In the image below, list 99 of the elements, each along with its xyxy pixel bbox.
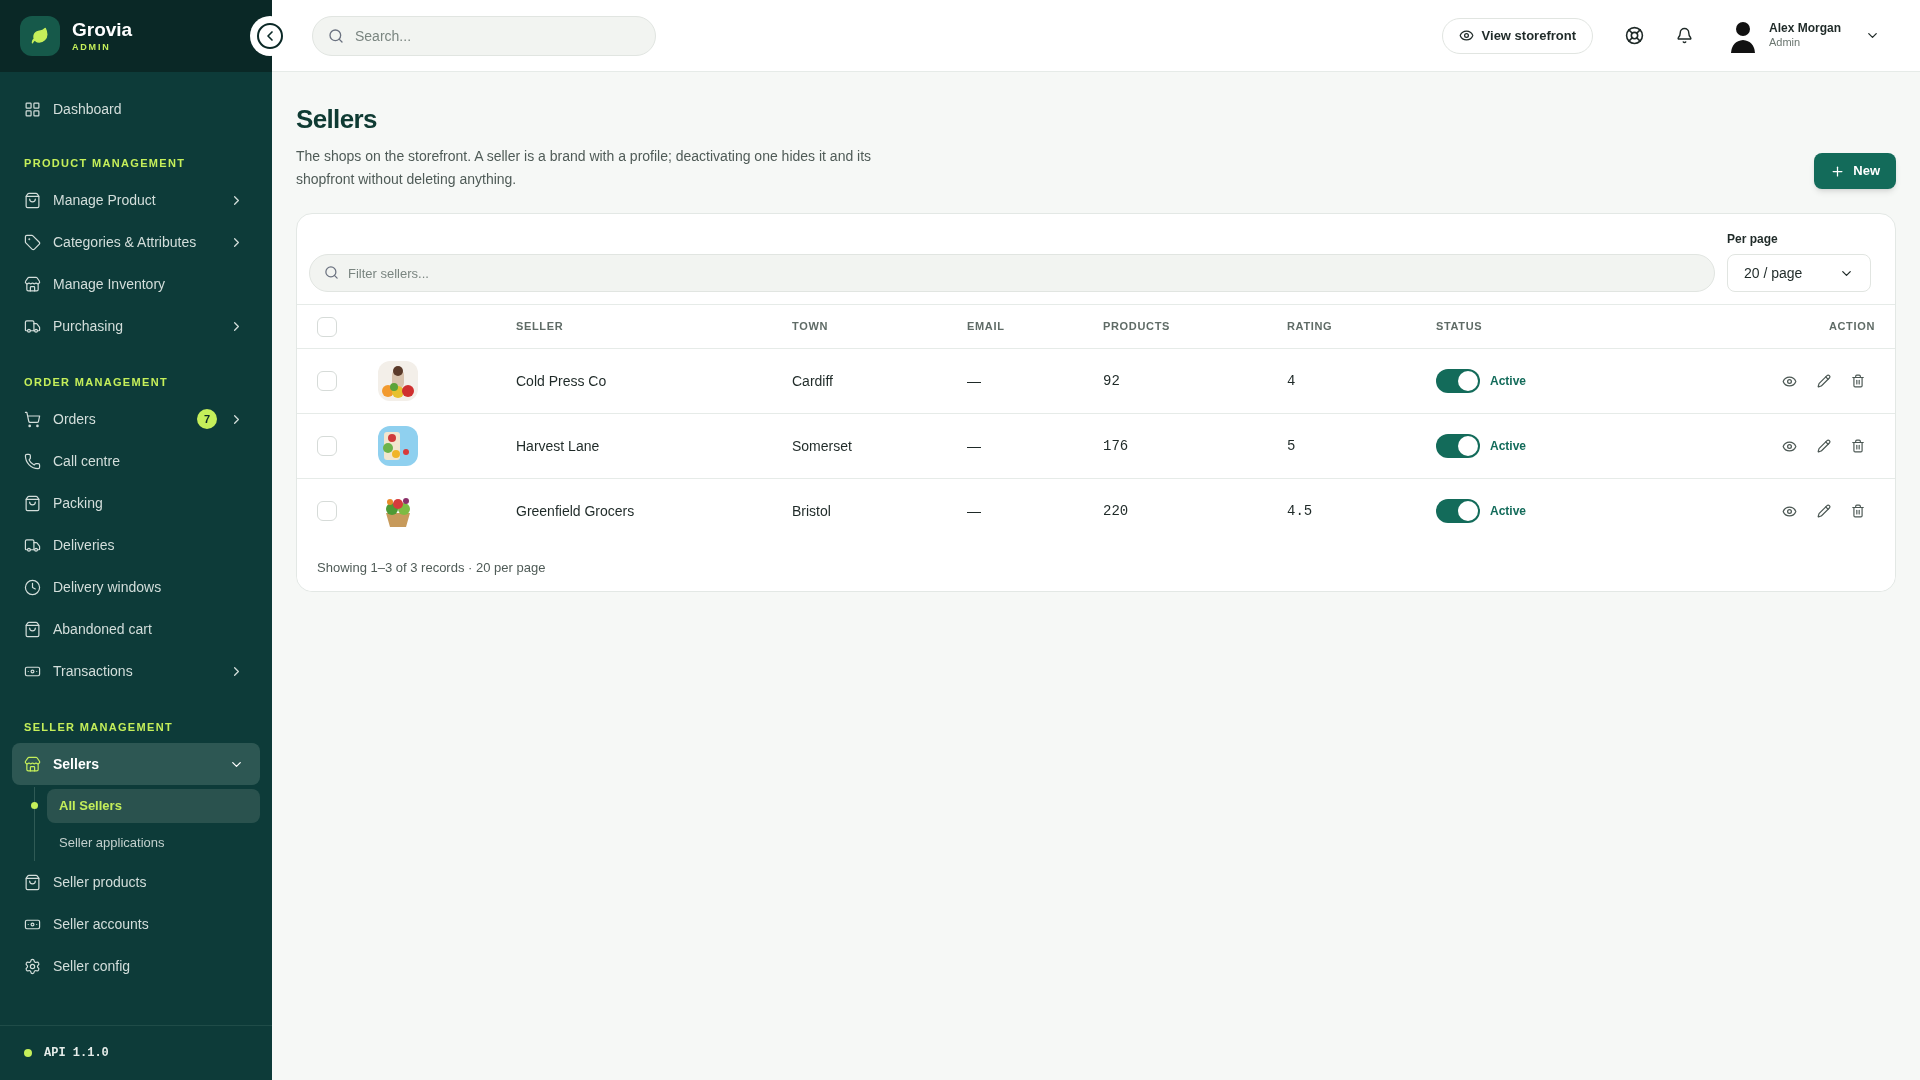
town-cell-text: Cardiff [792,371,834,391]
bell-icon[interactable] [1676,27,1693,44]
status-toggle[interactable] [1436,369,1480,393]
tag-icon [24,233,41,251]
records-summary: Showing 1–3 of 3 records · 20 per page [317,560,546,575]
edit-icon[interactable] [1817,439,1831,453]
clock-icon [24,578,41,596]
rating-cell-text: 5 [1287,436,1296,456]
view-icon[interactable] [1782,373,1797,389]
products-cell-text: 92 [1103,371,1120,391]
sidebar-item[interactable]: Seller accounts [12,903,260,945]
sidebar-item[interactable]: Packing [12,482,260,524]
row-checkbox[interactable] [317,436,337,456]
status-toggle[interactable] [1436,434,1480,458]
delete-icon[interactable] [1851,439,1865,453]
phone-icon [24,452,41,470]
eye-icon [1458,28,1474,43]
column-header: SELLER [516,319,564,335]
seller-name: Harvest Lane [516,436,601,456]
bag-icon [24,494,41,512]
user-menu[interactable]: Alex Morgan Admin [1729,18,1880,53]
seller-name: Greenfield Grocers [516,501,636,521]
status-toggle[interactable] [1436,499,1480,523]
sidebar-item[interactable]: Transactions [12,650,260,692]
logo-icon [20,16,60,56]
sidebar-item[interactable]: Categories & Attributes [12,221,260,263]
sidebar-item[interactable]: Seller products [12,861,260,903]
submenu-item[interactable]: Seller applications [47,825,260,860]
sidebar-item[interactable]: Deliveries [12,524,260,566]
email-cell-text: — [967,501,981,521]
column-header: RATING [1287,319,1333,335]
rating-cell-text: 4 [1287,371,1296,391]
select-all-checkbox[interactable] [317,316,337,337]
products-cell-text: 220 [1103,501,1129,521]
column-header: STATUS [1436,319,1483,335]
bag-icon [24,873,41,891]
api-version: API 1.1.0 [44,1045,109,1062]
settings-icon [24,957,41,975]
sidebar-item[interactable]: Sellers [12,743,260,785]
submenu-item[interactable]: All Sellers [47,788,260,823]
edit-icon[interactable] [1817,374,1831,388]
section-heading: PRODUCT MANAGEMENT [23,155,187,171]
email-cell-text: — [967,371,981,391]
store-icon [24,275,41,293]
sidebar-item[interactable]: Seller config [12,945,260,987]
new-button[interactable]: New [1814,153,1896,189]
view-icon[interactable] [1782,503,1797,519]
column-header: ACTION [1828,319,1875,335]
search-icon [328,27,344,44]
page-title: Sellers [296,103,378,136]
status-label: Active [1490,503,1527,520]
bag-icon [24,191,41,209]
rating-cell-text: 4.5 [1287,501,1313,521]
help-icon[interactable] [1625,26,1644,45]
row-checkbox[interactable] [317,501,337,521]
seller-name: Cold Press Co [516,371,608,391]
products-cell-text: 176 [1103,436,1129,456]
grid-icon [24,100,41,118]
user-name: Alex Morgan [1769,21,1841,37]
truck-icon [24,536,41,554]
status-label: Active [1490,373,1527,390]
status-label: Active [1490,438,1527,455]
brand-subtitle: ADMIN [72,43,112,52]
town-cell-text: Somerset [792,436,853,456]
view-storefront-button[interactable]: View storefront [1441,17,1593,54]
column-header: EMAIL [967,319,1005,335]
row-checkbox[interactable] [317,371,337,391]
sidebar-item[interactable]: Delivery windows [12,566,260,608]
sidebar-item[interactable]: Call centre [12,440,260,482]
section-heading: ORDER MANAGEMENT [23,374,169,390]
edit-icon[interactable] [1817,504,1831,518]
sidebar-item[interactable]: Orders 7 [12,398,260,440]
sidebar-item[interactable]: Purchasing [12,305,260,347]
view-icon[interactable] [1782,438,1797,454]
delete-icon[interactable] [1851,374,1865,388]
cart-icon [24,410,41,428]
sidebar-item[interactable]: Manage Product [12,179,260,221]
bag-icon [24,620,41,638]
page-description: The shops on the storefront. A seller is a brand with a profile; deactivating one hides it and its shopfront without deleting anything. [296,147,873,189]
filter-field[interactable]: Filter sellers... [309,254,1715,292]
delete-icon[interactable] [1851,504,1865,518]
search-field[interactable]: Search... [312,15,656,56]
count-badge: 7 [197,409,217,429]
user-role: Admin [1769,36,1802,50]
brand-name: Grovia [72,20,133,39]
email-cell-text: — [967,436,981,456]
column-header: PRODUCTS [1103,319,1170,335]
sidebar-item[interactable]: Manage Inventory [12,263,260,305]
store-icon [24,755,41,773]
town-cell-text: Bristol [792,501,832,521]
search-icon [324,265,339,280]
plus-icon [1830,163,1846,179]
per-page-select[interactable]: 20 / page [1727,254,1871,292]
per-page-label: Per page [1727,231,1779,248]
sidebar-item[interactable]: Abandoned cart [12,608,260,650]
section-heading: SELLER MANAGEMENT [23,719,174,735]
column-header: TOWN [792,319,829,335]
sidebar-item[interactable]: Dashboard [12,88,260,130]
truck-icon [24,317,41,335]
